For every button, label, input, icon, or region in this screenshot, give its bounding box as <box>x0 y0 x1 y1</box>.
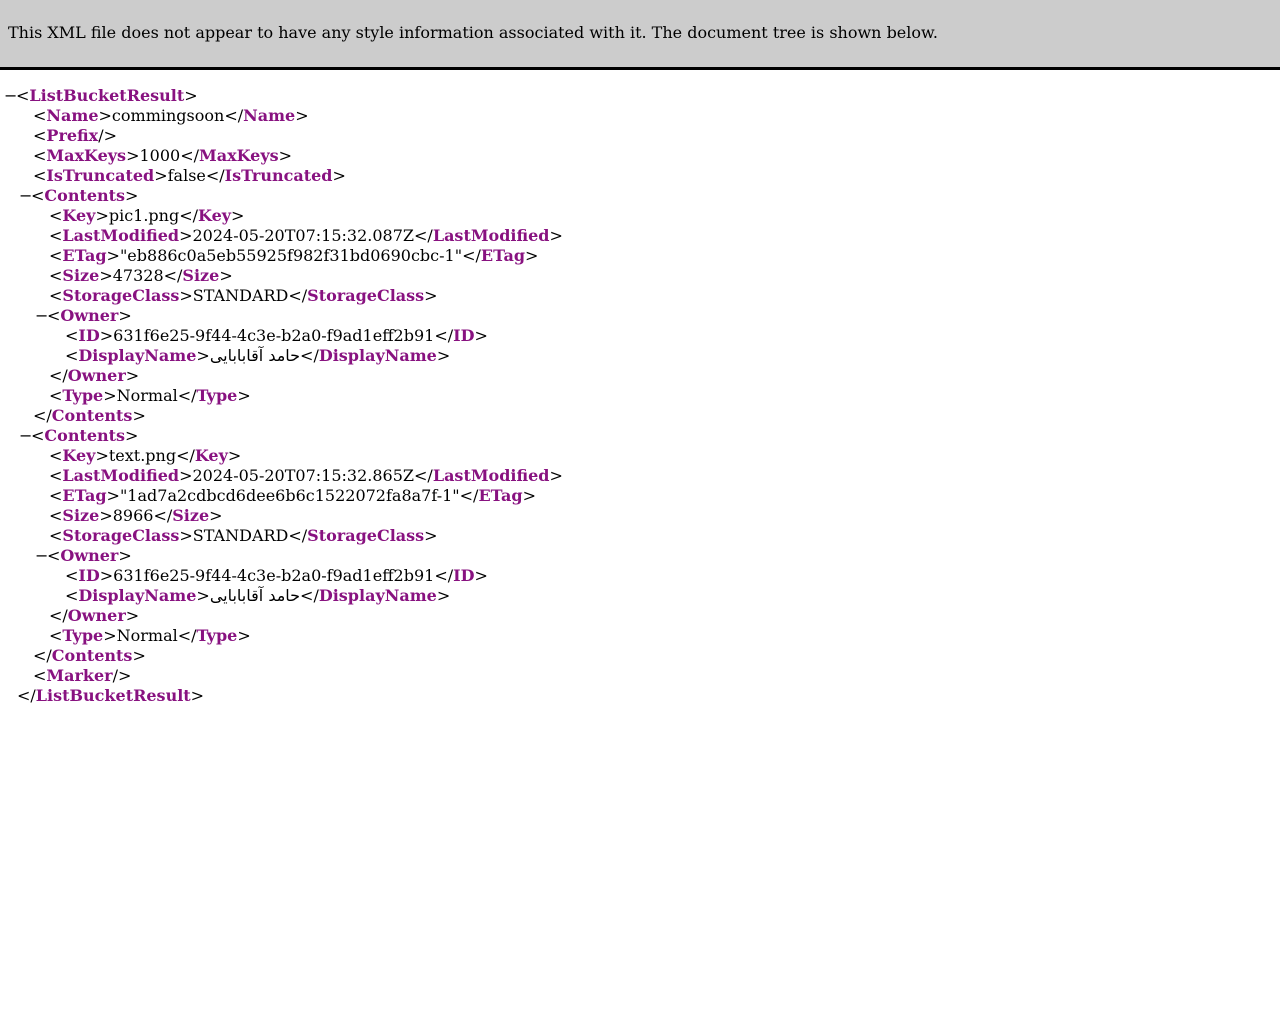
xml-document-tree: −<ListBucketResult> <Name>commingsoon</N… <box>0 86 563 706</box>
xml-info-banner: This XML file does not appear to have an… <box>0 0 1280 70</box>
xml-element-prefix: <Prefix/> <box>33 126 118 145</box>
tag-name: ListBucketResult <box>29 86 185 105</box>
istruncated-value: false <box>167 166 206 185</box>
owner-id-value: 631f6e25-9f44-4c3e-b2a0-f9ad1eff2b91 <box>113 566 435 585</box>
lastmodified-value: 2024-05-20T07:15:32.087Z <box>192 226 415 245</box>
displayname-value: حامد آقابابایی <box>209 586 301 605</box>
collapse-toggle-owner[interactable]: − <box>35 306 48 326</box>
collapse-toggle-listbucketresult[interactable]: − <box>4 86 17 106</box>
xml-element-size: <Size>8966</Size> <box>49 506 223 525</box>
xml-element-displayname: <DisplayName>حامد آقابابایی</DisplayName… <box>65 586 451 605</box>
xml-element-id: <ID>631f6e25-9f44-4c3e-b2a0-f9ad1eff2b91… <box>65 326 488 345</box>
xml-element-istruncated: <IsTruncated>false</IsTruncated> <box>33 166 346 185</box>
xml-element-lastmodified: <LastModified>2024-05-20T07:15:32.087Z</… <box>49 226 563 245</box>
collapse-toggle-owner[interactable]: − <box>35 546 48 566</box>
key-value: pic1.png <box>108 206 180 225</box>
type-value: Normal <box>116 626 178 645</box>
etag-value: "eb886c0a5eb55925f982f31bd0690cbc-1" <box>119 246 463 265</box>
collapse-toggle-contents[interactable]: − <box>19 426 32 446</box>
xml-element-maxkeys: <MaxKeys>1000</MaxKeys> <box>33 146 293 165</box>
xml-element-key: <Key>text.png</Key> <box>49 446 242 465</box>
xml-element-owner-open: −<Owner> <box>35 306 132 326</box>
xml-element-type: <Type>Normal</Type> <box>49 626 251 645</box>
xml-element-id: <ID>631f6e25-9f44-4c3e-b2a0-f9ad1eff2b91… <box>65 566 488 585</box>
displayname-value: حامد آقابابایی <box>209 346 301 365</box>
xml-element-owner-close: </Owner> <box>49 606 140 625</box>
storageclass-value: STANDARD <box>192 286 289 305</box>
xml-element-listbucketresult-open: −<ListBucketResult> <box>4 86 198 106</box>
xml-element-type: <Type>Normal</Type> <box>49 386 251 405</box>
xml-element-contents-close: </Contents> <box>33 646 146 665</box>
xml-element-size: <Size>47328</Size> <box>49 266 233 285</box>
lastmodified-value: 2024-05-20T07:15:32.865Z <box>192 466 415 485</box>
xml-element-contents-close: </Contents> <box>33 406 146 425</box>
owner-id-value: 631f6e25-9f44-4c3e-b2a0-f9ad1eff2b91 <box>113 326 435 345</box>
etag-value: "1ad7a2cdbcd6dee6b6c1522072fa8a7f-1" <box>119 486 460 505</box>
xml-element-key: <Key>pic1.png</Key> <box>49 206 245 225</box>
xml-element-storageclass: <StorageClass>STANDARD</StorageClass> <box>49 286 438 305</box>
key-value: text.png <box>108 446 177 465</box>
type-value: Normal <box>116 386 178 405</box>
xml-element-listbucketresult-close: </ListBucketResult> <box>17 686 205 705</box>
size-value: 8966 <box>112 506 154 525</box>
xml-element-contents-open: −<Contents> <box>19 426 139 446</box>
xml-element-contents-open: −<Contents> <box>19 186 139 206</box>
xml-element-etag: <ETag>"eb886c0a5eb55925f982f31bd0690cbc-… <box>49 246 539 265</box>
size-value: 47328 <box>112 266 164 285</box>
bucket-name-value: commingsoon <box>111 106 225 125</box>
xml-element-storageclass: <StorageClass>STANDARD</StorageClass> <box>49 526 438 545</box>
xml-element-owner-close: </Owner> <box>49 366 140 385</box>
xml-element-name: <Name>commingsoon</Name> <box>33 106 309 125</box>
xml-element-displayname: <DisplayName>حامد آقابابایی</DisplayName… <box>65 346 451 365</box>
xml-element-owner-open: −<Owner> <box>35 546 132 566</box>
xml-element-lastmodified: <LastModified>2024-05-20T07:15:32.865Z</… <box>49 466 563 485</box>
collapse-toggle-contents[interactable]: − <box>19 186 32 206</box>
storageclass-value: STANDARD <box>192 526 289 545</box>
xml-element-marker: <Marker/> <box>33 666 132 685</box>
xml-element-etag: <ETag>"1ad7a2cdbcd6dee6b6c1522072fa8a7f-… <box>49 486 536 505</box>
banner-message: This XML file does not appear to have an… <box>8 23 938 42</box>
maxkeys-value: 1000 <box>139 146 181 165</box>
